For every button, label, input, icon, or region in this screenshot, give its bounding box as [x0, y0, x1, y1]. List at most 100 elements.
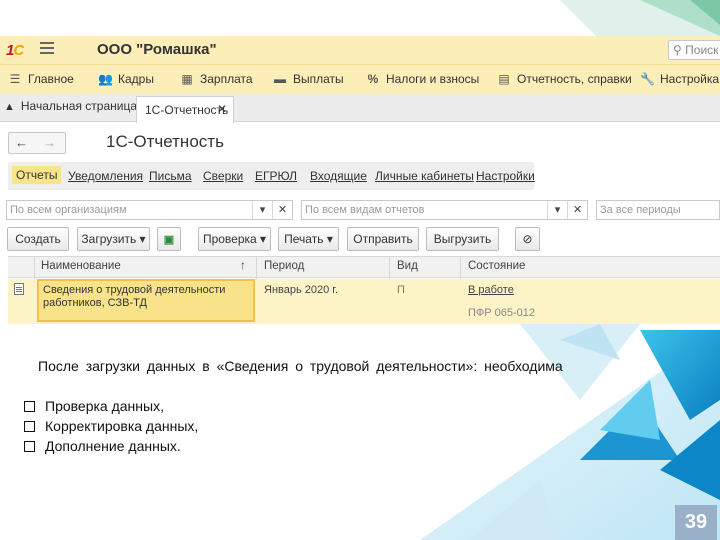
organization-filter[interactable]: По всем организациям ▾ ✕: [6, 200, 293, 220]
section-taxes[interactable]: % Налоги и взносы: [366, 72, 480, 90]
recipient-cell: ПФР 065-012: [468, 307, 536, 319]
column-header-name[interactable]: Наименование: [41, 260, 121, 272]
list-item: Дополнение данных.: [24, 436, 198, 456]
home-icon: ▲: [4, 101, 15, 113]
list-item: Проверка данных,: [24, 396, 198, 416]
notice-bullet-list: Проверка данных, Корректировка данных, Д…: [24, 396, 198, 456]
export-button[interactable]: Выгрузить: [426, 227, 499, 251]
table-header: Наименование ↑ Период Вид Состояние: [8, 256, 720, 279]
list-item-text: Дополнение данных.: [45, 438, 181, 454]
checkbox-bullet-icon: [24, 441, 35, 452]
section-label: Зарплата: [200, 72, 253, 86]
section-payments[interactable]: ▬ Выплаты: [273, 72, 344, 90]
checkbox-bullet-icon: [24, 401, 35, 412]
notice-lead: После загрузки данных в «Сведения о труд…: [38, 358, 563, 374]
clear-icon[interactable]: ✕: [567, 201, 587, 219]
table-row[interactable]: Сведения о трудовой деятельности работни…: [8, 279, 720, 324]
section-label: Кадры: [118, 72, 154, 86]
section-personnel[interactable]: 👥 Кадры: [98, 72, 154, 90]
link-personal-accounts[interactable]: Личные кабинеты: [375, 169, 474, 183]
section-label: Налоги и взносы: [386, 72, 480, 86]
period-filter[interactable]: За все периоды: [596, 200, 720, 220]
calculator-icon: ▦: [181, 72, 193, 86]
section-settings[interactable]: 🔧 Настройка: [640, 72, 719, 90]
search-icon: ⚲: [673, 43, 682, 57]
main-menu-icon[interactable]: [40, 42, 54, 56]
checkbox-bullet-icon: [24, 421, 35, 432]
send-button[interactable]: Отправить: [347, 227, 419, 251]
1c-logo: 1С: [6, 42, 24, 59]
documents-icon: ▤: [498, 72, 510, 86]
app-title: ООО "Ромашка": [97, 41, 217, 58]
report-name-cell[interactable]: Сведения о трудовой деятельности работни…: [37, 279, 255, 322]
attach-button[interactable]: ⊘: [515, 227, 540, 251]
upload-button-label: Загрузить: [81, 232, 137, 246]
link-reconciliations[interactable]: Сверки: [203, 169, 243, 183]
notice-text: После загрузки данных в «Сведения о труд…: [38, 356, 578, 376]
chevron-down-icon[interactable]: ▾: [252, 201, 272, 219]
create-button[interactable]: Создать: [7, 227, 69, 251]
check-button-label: Проверка: [202, 232, 257, 246]
wallet-icon: ▬: [274, 72, 286, 86]
tab-home[interactable]: ▲ Начальная страница: [4, 99, 137, 113]
chevron-down-icon: ▾: [326, 232, 333, 246]
chevron-down-icon: ▾: [139, 232, 146, 246]
excel-import-button[interactable]: ▣: [157, 227, 181, 251]
column-divider: [256, 257, 257, 279]
period-cell: Январь 2020 г.: [264, 284, 339, 296]
kind-cell: П: [397, 284, 405, 296]
column-divider: [460, 257, 461, 279]
column-header-status[interactable]: Состояние: [468, 260, 525, 272]
section-salary[interactable]: ▦ Зарплата: [180, 72, 253, 90]
chevron-down-icon: ▾: [260, 232, 267, 246]
upload-button[interactable]: Загрузить ▾: [77, 227, 150, 251]
hamburger-icon: ☰: [9, 72, 21, 86]
forward-arrow-icon[interactable]: →: [43, 135, 56, 150]
status-link[interactable]: В работе: [468, 284, 514, 296]
chevron-down-icon[interactable]: ▾: [547, 201, 567, 219]
list-item: Корректировка данных,: [24, 416, 198, 436]
reporting-links-panel: Отчеты Уведомления Письма Сверки ЕГРЮЛ В…: [8, 162, 535, 190]
print-button[interactable]: Печать ▾: [278, 227, 339, 251]
percent-icon: %: [367, 72, 379, 86]
title-bar: 1С ООО "Ромашка" ⚲ Поиск: [0, 36, 720, 64]
section-reports[interactable]: ▤ Отчетность, справки: [497, 72, 632, 90]
search-placeholder: Поиск: [685, 43, 719, 57]
column-divider: [389, 257, 390, 279]
section-label: Настройка: [660, 72, 720, 86]
link-incoming[interactable]: Входящие: [310, 169, 367, 183]
section-main[interactable]: ☰ Главное: [8, 72, 74, 90]
check-button[interactable]: Проверка ▾: [198, 227, 271, 251]
sort-arrow-icon[interactable]: ↑: [240, 260, 246, 272]
people-icon: 👥: [98, 72, 113, 86]
close-icon[interactable]: ✕: [217, 102, 227, 116]
section-label: Выплаты: [293, 72, 344, 86]
wrench-icon: 🔧: [640, 72, 655, 86]
link-settings[interactable]: Настройки: [476, 169, 535, 183]
link-reports[interactable]: Отчеты: [12, 166, 62, 184]
report-type-filter-placeholder: По всем видам отчетов: [305, 204, 425, 216]
link-letters[interactable]: Письма: [149, 169, 192, 183]
back-arrow-icon[interactable]: ←: [15, 135, 28, 150]
form-title: 1С-Отчетность: [106, 132, 224, 151]
navigation-buttons: ← →: [8, 132, 66, 154]
column-header-period[interactable]: Период: [264, 260, 304, 272]
tab-home-label: Начальная страница: [20, 99, 137, 113]
global-search-input[interactable]: ⚲ Поиск: [668, 40, 720, 60]
link-notifications[interactable]: Уведомления: [68, 169, 143, 183]
tab-active-label: 1С-Отчетность: [145, 103, 229, 117]
link-egrul[interactable]: ЕГРЮЛ: [255, 169, 297, 183]
list-item-text: Проверка данных,: [45, 398, 164, 414]
slide-number-badge: 39: [675, 505, 717, 540]
organization-filter-placeholder: По всем организациям: [10, 204, 127, 216]
column-divider: [34, 257, 35, 279]
section-label: Отчетность, справки: [517, 72, 632, 86]
sections-panel: ☰ Главное 👥 Кадры ▦ Зарплата ▬ Выплаты % Нало…: [0, 64, 720, 94]
excel-icon: ▣: [163, 234, 175, 246]
clear-icon[interactable]: ✕: [272, 201, 292, 219]
period-filter-placeholder: За все периоды: [600, 204, 681, 216]
tab-1c-reporting[interactable]: 1С-Отчетность ✕: [136, 96, 234, 123]
report-type-filter[interactable]: По всем видам отчетов ▾ ✕: [301, 200, 588, 220]
column-header-kind[interactable]: Вид: [397, 260, 418, 272]
print-button-label: Печать: [284, 232, 324, 246]
